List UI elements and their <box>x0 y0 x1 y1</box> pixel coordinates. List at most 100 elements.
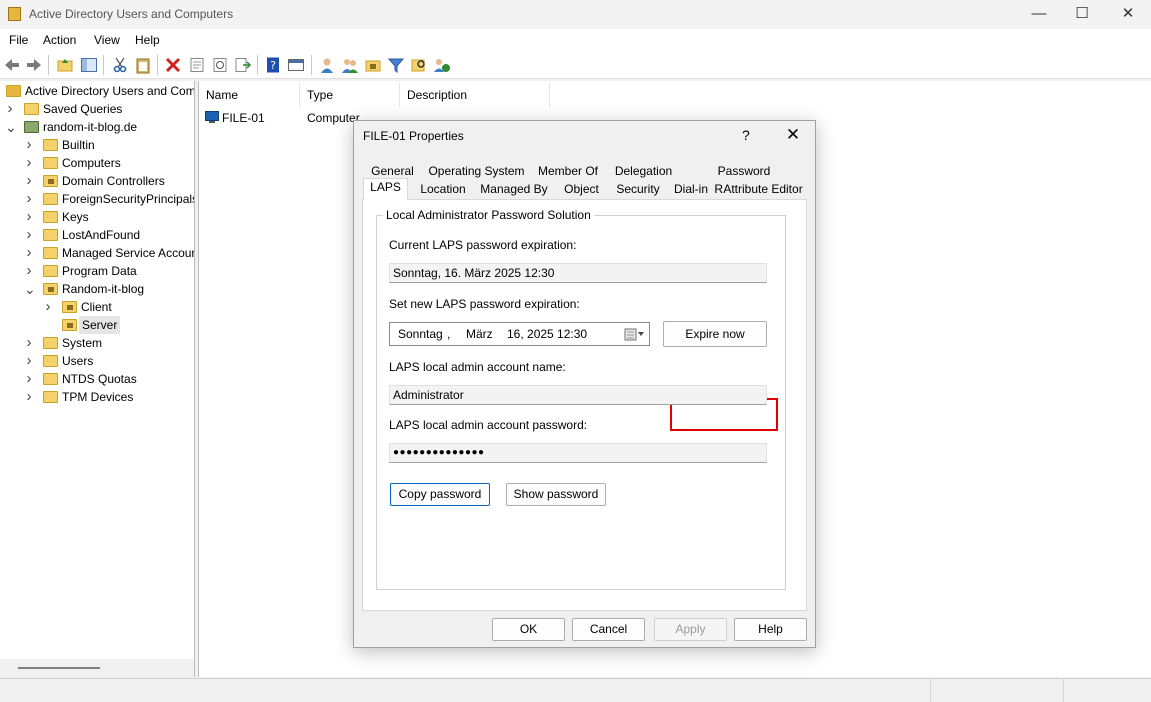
tree-item-label: Program Data <box>62 264 137 278</box>
properties-dialog: FILE-01 Properties ? ✕ General Operating… <box>353 120 816 648</box>
folder-icon <box>43 157 58 169</box>
scrollbar-thumb[interactable] <box>18 667 100 669</box>
tab-security[interactable]: Security <box>613 180 663 198</box>
folder-icon <box>43 139 58 151</box>
chevron-right-icon[interactable]: › <box>24 262 34 280</box>
help-book-icon[interactable]: ? <box>264 56 282 74</box>
chevron-right-icon[interactable]: › <box>24 154 34 172</box>
toolbar-separator <box>257 55 258 75</box>
account-password-field: ●●●●●●●●●●●●●● <box>389 443 767 463</box>
tab-laps[interactable]: LAPS <box>363 178 408 200</box>
expire-now-button[interactable]: Expire now <box>663 321 767 347</box>
folder-icon <box>43 355 58 367</box>
show-hide-tree-icon[interactable] <box>80 56 98 74</box>
minimize-button[interactable]: — <box>1019 4 1059 24</box>
column-header-description[interactable]: Description <box>400 83 550 107</box>
chevron-right-icon[interactable]: › <box>43 298 53 316</box>
forward-arrow-icon[interactable] <box>25 56 43 74</box>
menu-file[interactable]: File <box>9 33 28 47</box>
calendar-dropdown-icon[interactable] <box>624 328 646 341</box>
find-icon[interactable] <box>410 56 428 74</box>
tab-dial-in[interactable]: Dial-in <box>673 180 709 198</box>
dialog-close-button[interactable]: ✕ <box>782 124 804 146</box>
tab-delegation[interactable]: Delegation <box>611 162 676 180</box>
tree-horizontal-scrollbar[interactable] <box>0 659 194 677</box>
export-list-icon[interactable] <box>234 56 252 74</box>
folder-icon <box>43 265 58 277</box>
tab-attribute-editor[interactable]: Attribute Editor <box>723 180 803 198</box>
ok-button[interactable]: OK <box>492 618 565 641</box>
chevron-right-icon[interactable]: › <box>24 136 34 154</box>
apply-button[interactable]: Apply <box>654 618 727 641</box>
status-bar <box>0 678 1151 702</box>
tree-item-label: Client <box>81 300 112 314</box>
back-arrow-icon[interactable] <box>3 56 21 74</box>
chevron-right-icon[interactable]: › <box>24 244 34 262</box>
chevron-right-icon[interactable]: › <box>24 226 34 244</box>
folder-icon <box>43 391 58 403</box>
tree-item-label: Builtin <box>62 138 95 152</box>
chevron-down-icon[interactable]: ⌄ <box>5 118 17 136</box>
column-header-type[interactable]: Type <box>300 83 400 107</box>
help-button[interactable]: Help <box>734 618 807 641</box>
account-name-field: Administrator <box>389 385 767 405</box>
ou-folder-icon <box>43 283 58 295</box>
tree-item-label: Domain Controllers <box>62 174 165 188</box>
chevron-right-icon[interactable]: › <box>24 388 34 406</box>
tree-item-label: random-it-blog.de <box>43 120 138 134</box>
account-password-label: LAPS local admin account password: <box>389 418 588 432</box>
chevron-right-icon[interactable]: › <box>5 100 15 118</box>
tab-password-replication[interactable]: Password Replication <box>688 162 800 196</box>
chevron-right-icon[interactable]: › <box>24 172 34 190</box>
cut-icon[interactable] <box>111 56 129 74</box>
console-tree-icon[interactable] <box>287 56 305 74</box>
chevron-right-icon[interactable]: › <box>24 370 34 388</box>
date-separator: , <box>447 327 451 341</box>
current-expiration-field: Sonntag, 16. März 2025 12:30 <box>389 263 767 283</box>
folder-icon <box>43 211 58 223</box>
maximize-button[interactable]: ☐ <box>1062 4 1102 24</box>
new-group-icon[interactable] <box>341 56 359 74</box>
properties-icon[interactable] <box>188 56 206 74</box>
tab-member-of[interactable]: Member Of <box>537 162 599 180</box>
cancel-button[interactable]: Cancel <box>572 618 645 641</box>
chevron-right-icon[interactable]: › <box>24 352 34 370</box>
copy-password-button[interactable]: Copy password <box>390 483 490 506</box>
chevron-right-icon[interactable]: › <box>24 190 34 208</box>
new-user-icon[interactable] <box>318 56 336 74</box>
chevron-right-icon[interactable]: › <box>24 334 34 352</box>
add-to-group-icon[interactable] <box>433 56 451 74</box>
filter-icon[interactable] <box>387 56 405 74</box>
date-month: März <box>466 327 493 341</box>
menu-view[interactable]: View <box>94 33 120 47</box>
column-header-name[interactable]: Name <box>199 83 300 107</box>
up-folder-icon[interactable] <box>56 56 74 74</box>
dialog-help-button[interactable]: ? <box>742 127 750 143</box>
tab-object[interactable]: Object <box>559 180 604 198</box>
expiration-date-picker[interactable]: Sonntag , März 16, 2025 12:30 <box>389 322 650 346</box>
laps-tab-page: Local Administrator Password Solution Cu… <box>362 199 807 611</box>
tree-item-label: TPM Devices <box>62 390 134 404</box>
paste-clipboard-icon[interactable] <box>134 56 152 74</box>
tree-item-label: Random-it-blog <box>62 282 145 296</box>
chevron-right-icon[interactable]: › <box>24 208 34 226</box>
new-ou-icon[interactable] <box>364 56 382 74</box>
menu-action[interactable]: Action <box>43 33 76 47</box>
chevron-down-icon[interactable]: ⌄ <box>24 280 36 298</box>
tree-item-label: Users <box>62 354 94 368</box>
folder-icon <box>24 103 39 115</box>
toolbar: ? <box>0 51 1151 79</box>
row-name: FILE-01 <box>222 111 265 125</box>
tab-location[interactable]: Location <box>417 180 469 198</box>
tab-managed-by[interactable]: Managed By <box>480 180 548 198</box>
menu-help[interactable]: Help <box>135 33 160 47</box>
folder-icon <box>43 193 58 205</box>
ou-folder-icon <box>62 301 77 313</box>
show-password-button[interactable]: Show password <box>506 483 606 506</box>
menu-bar: File Action View Help <box>0 29 1151 51</box>
status-divider <box>1063 679 1064 702</box>
close-window-button[interactable]: ✕ <box>1108 4 1148 24</box>
tab-operating-system[interactable]: Operating System <box>427 162 526 180</box>
refresh-icon[interactable] <box>211 56 229 74</box>
delete-icon[interactable] <box>164 56 182 74</box>
